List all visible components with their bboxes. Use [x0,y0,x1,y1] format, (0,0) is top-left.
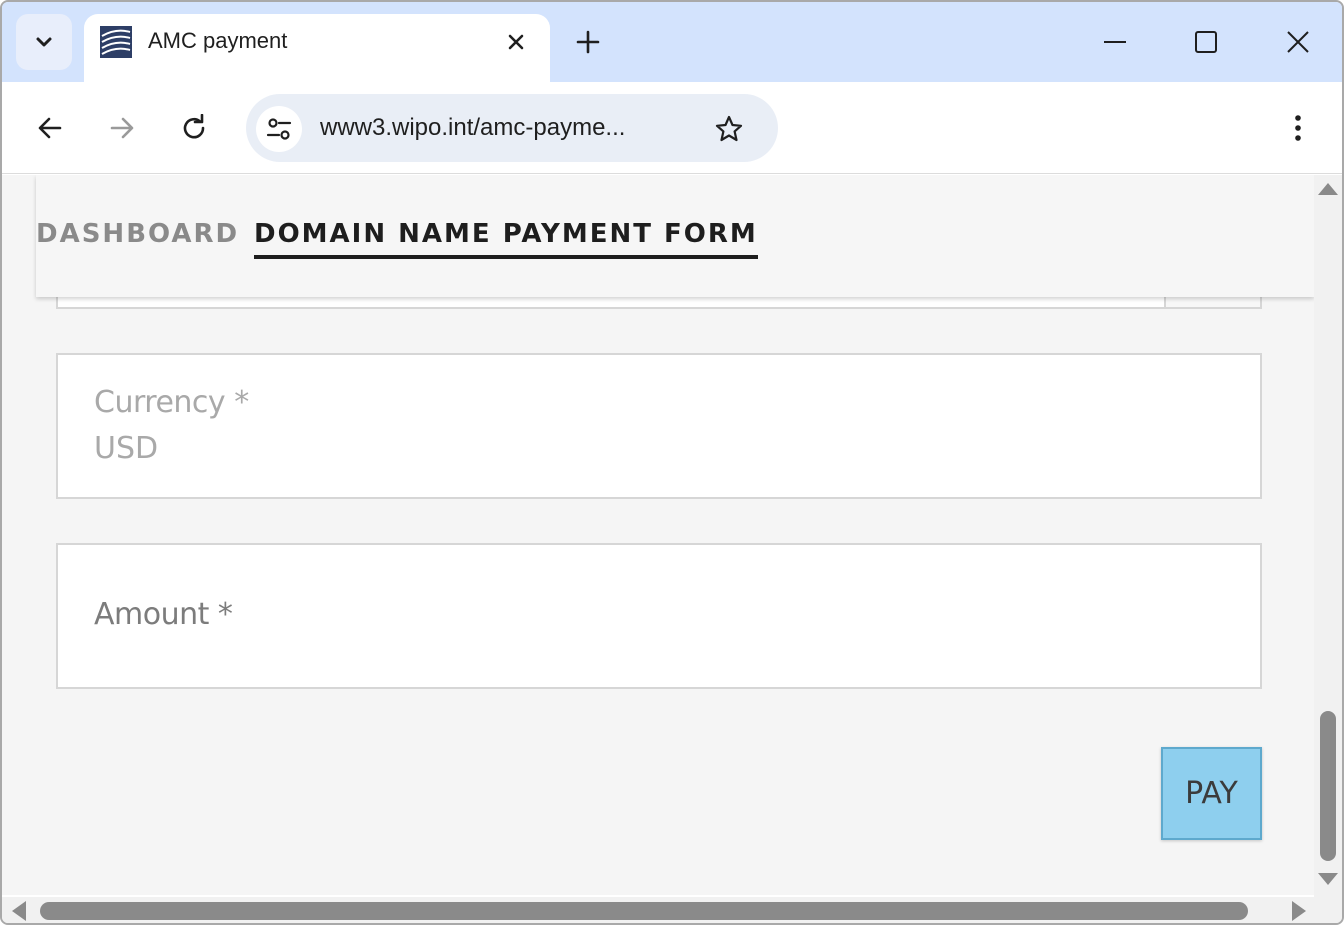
tab-title: AMC payment [148,28,288,53]
scroll-left-arrow-icon[interactable] [12,901,26,921]
reload-button[interactable] [170,104,218,152]
vertical-scroll-thumb[interactable] [1320,711,1336,861]
nav-payment-form-link[interactable]: DOMAIN NAME PAYMENT FORM [254,219,758,259]
kebab-menu-icon [1295,115,1301,141]
forward-button[interactable] [98,104,146,152]
tab-search-button[interactable] [16,14,72,70]
page-navbar: DASHBOARD DOMAIN NAME PAYMENT FORM [36,175,1314,297]
currency-value: USD [94,431,159,466]
active-tab[interactable]: AMC payment [84,14,550,82]
amount-label: Amount * [94,597,233,632]
chevron-down-icon [33,31,55,53]
vertical-scrollbar[interactable] [1314,175,1342,897]
star-icon [715,115,743,142]
new-tab-button[interactable] [568,22,608,62]
address-bar[interactable]: www3.wipo.int/amc-payme... [246,94,778,162]
browser-window: AMC payment www3.wipo.int/amc-payme... D… [0,0,1344,925]
minimize-button[interactable] [1093,20,1137,64]
wipo-globe-icon [100,26,132,58]
scroll-right-arrow-icon[interactable] [1292,901,1306,921]
back-button[interactable] [26,104,74,152]
maximize-button[interactable] [1184,20,1228,64]
browser-toolbar: www3.wipo.int/amc-payme... [2,82,1342,174]
currency-field[interactable]: Currency * USD [56,353,1262,499]
horizontal-scroll-thumb[interactable] [40,902,1248,920]
close-window-button[interactable] [1276,20,1320,64]
currency-label: Currency * [94,385,249,420]
close-icon [508,34,524,50]
maximize-icon [1195,31,1217,53]
bookmark-button[interactable] [708,108,750,150]
tune-icon [266,118,292,140]
browser-menu-button[interactable] [1274,104,1322,152]
page-viewport: DASHBOARD DOMAIN NAME PAYMENT FORM Curre… [2,175,1314,895]
scroll-up-arrow-icon[interactable] [1318,183,1338,195]
scroll-down-arrow-icon[interactable] [1318,873,1338,885]
horizontal-scrollbar[interactable] [2,897,1342,923]
back-arrow-icon [38,117,62,139]
minimize-icon [1104,41,1126,43]
url-text: www3.wipo.int/amc-payme... [320,114,626,141]
pay-button[interactable]: PAY [1161,747,1262,840]
amount-field[interactable]: Amount * [56,543,1262,689]
forward-arrow-icon [110,117,134,139]
nav-dashboard-link[interactable]: DASHBOARD [36,219,239,249]
close-tab-button[interactable] [500,26,532,58]
tab-strip: AMC payment [2,2,1342,82]
reload-icon [183,114,205,139]
plus-icon [576,30,600,54]
close-icon [1287,31,1309,53]
site-info-button[interactable] [256,106,302,152]
